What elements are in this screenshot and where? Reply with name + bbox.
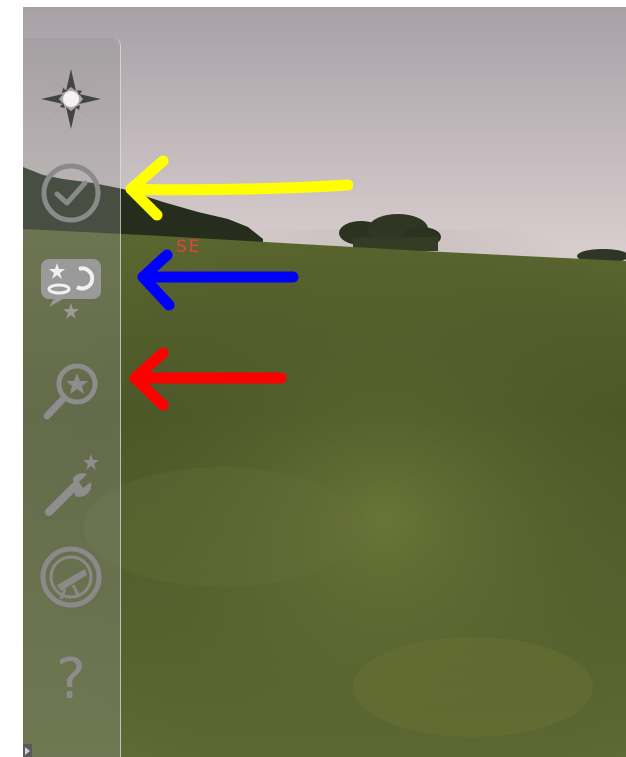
checkmark-circle-icon [41, 163, 101, 223]
blue-arrow-annotation [137, 249, 299, 311]
camera-view[interactable]: ? SE [23, 7, 626, 757]
selection-button[interactable] [35, 157, 107, 229]
red-arrow-annotation [129, 347, 287, 411]
expand-toggle[interactable] [23, 744, 32, 757]
yellow-arrow-annotation [125, 155, 353, 221]
sky-gallery-icon [41, 259, 101, 319]
tool-sidebar: ? [23, 38, 121, 757]
compass-telescope-icon [40, 546, 102, 608]
grass-patch [353, 637, 593, 737]
help-button[interactable]: ? [35, 644, 107, 716]
search-button[interactable] [35, 354, 107, 426]
night-mode-button[interactable] [35, 63, 107, 135]
question-mark-icon: ? [56, 647, 86, 712]
wrench-star-icon [45, 454, 99, 516]
search-star-icon [43, 363, 98, 420]
calibrate-button[interactable] [35, 541, 107, 613]
compass-direction-label: SE [176, 237, 202, 257]
settings-button[interactable] [35, 448, 107, 520]
sun-burst-icon [41, 69, 101, 129]
triangle-right-icon [25, 747, 30, 755]
gallery-button[interactable] [35, 251, 107, 323]
grass-patch [83, 467, 363, 587]
